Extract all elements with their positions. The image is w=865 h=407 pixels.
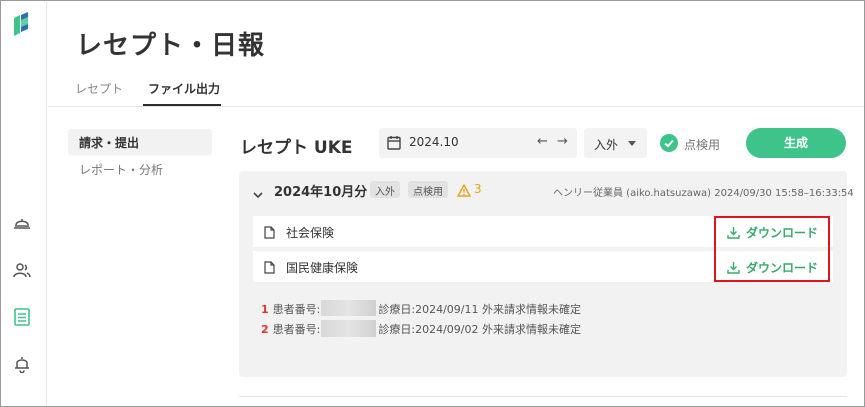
error-text: 診療日:2024/09/11 外来請求情報未確定	[378, 303, 581, 316]
card-title: 2024年10月分	[274, 185, 368, 200]
app-logo-icon[interactable]	[12, 12, 30, 40]
document-list-icon[interactable]	[12, 307, 32, 327]
badge-inout: 入外	[370, 181, 400, 198]
tab-bar: レセプト ファイル出力	[48, 71, 864, 107]
error-patient-label: 患者番号:	[272, 323, 321, 336]
inout-select-value: 入外	[594, 138, 619, 152]
redacted-patient-id	[321, 320, 376, 337]
month-picker[interactable]: 2024.10 ← →	[379, 128, 577, 158]
file-name: 社会保険	[286, 226, 335, 240]
generate-button[interactable]: 生成	[746, 128, 846, 158]
card-meta: ヘンリー従業員 (aiko.hatsuzawa) 2024/09/30 15:5…	[553, 188, 854, 199]
section-title: レセプト UKE	[240, 138, 353, 158]
side-item-report-analysis[interactable]: レポート・分析	[68, 156, 212, 182]
inout-select[interactable]: 入外	[584, 128, 647, 158]
checkmark-icon	[664, 139, 674, 148]
active-tab-indicator	[143, 104, 221, 106]
inspection-checkbox[interactable]	[660, 134, 678, 152]
page-title: レセプト・日報	[76, 31, 266, 61]
error-item: 2 患者番号: 診療日:2024/09/02 外来請求情報未確定	[261, 321, 581, 337]
redacted-patient-id	[321, 300, 376, 316]
side-item-billing-submission[interactable]: 請求・提出	[68, 129, 212, 155]
file-icon	[264, 259, 275, 278]
error-text: 診療日:2024/09/02 外来請求情報未確定	[378, 323, 581, 336]
file-icon	[264, 224, 275, 243]
badge-inspection: 点検用	[408, 181, 448, 198]
prev-month-arrow-icon[interactable]: ←	[537, 134, 548, 149]
error-patient-label: 患者番号:	[272, 303, 321, 316]
chevron-down-icon[interactable]	[253, 184, 263, 203]
error-number: 2	[261, 323, 269, 336]
tab-receipt[interactable]: レセプト	[75, 80, 123, 97]
inspection-label: 点検用	[684, 138, 721, 152]
error-item: 1 患者番号: 診療日:2024/09/11 外来請求情報未確定	[261, 301, 581, 317]
divider	[239, 396, 847, 397]
left-rail	[2, 2, 47, 406]
warning-icon	[456, 182, 472, 201]
next-month-arrow-icon[interactable]: →	[557, 134, 568, 149]
month-value: 2024.10	[409, 135, 459, 149]
notification-bell-icon[interactable]	[12, 354, 32, 374]
highlight-box	[714, 216, 830, 282]
caret-down-icon	[628, 141, 636, 146]
patients-icon[interactable]	[12, 260, 32, 280]
calendar-icon	[387, 135, 401, 154]
warning-count: 3	[474, 182, 482, 196]
file-name: 国民健康保険	[286, 261, 359, 275]
reception-bell-icon[interactable]	[12, 212, 32, 232]
tab-file-output[interactable]: ファイル出力	[148, 80, 220, 97]
app-window: レセプト・日報 レセプト ファイル出力 請求・提出 レポート・分析 レセプト U…	[0, 0, 865, 407]
error-number: 1	[261, 303, 269, 316]
